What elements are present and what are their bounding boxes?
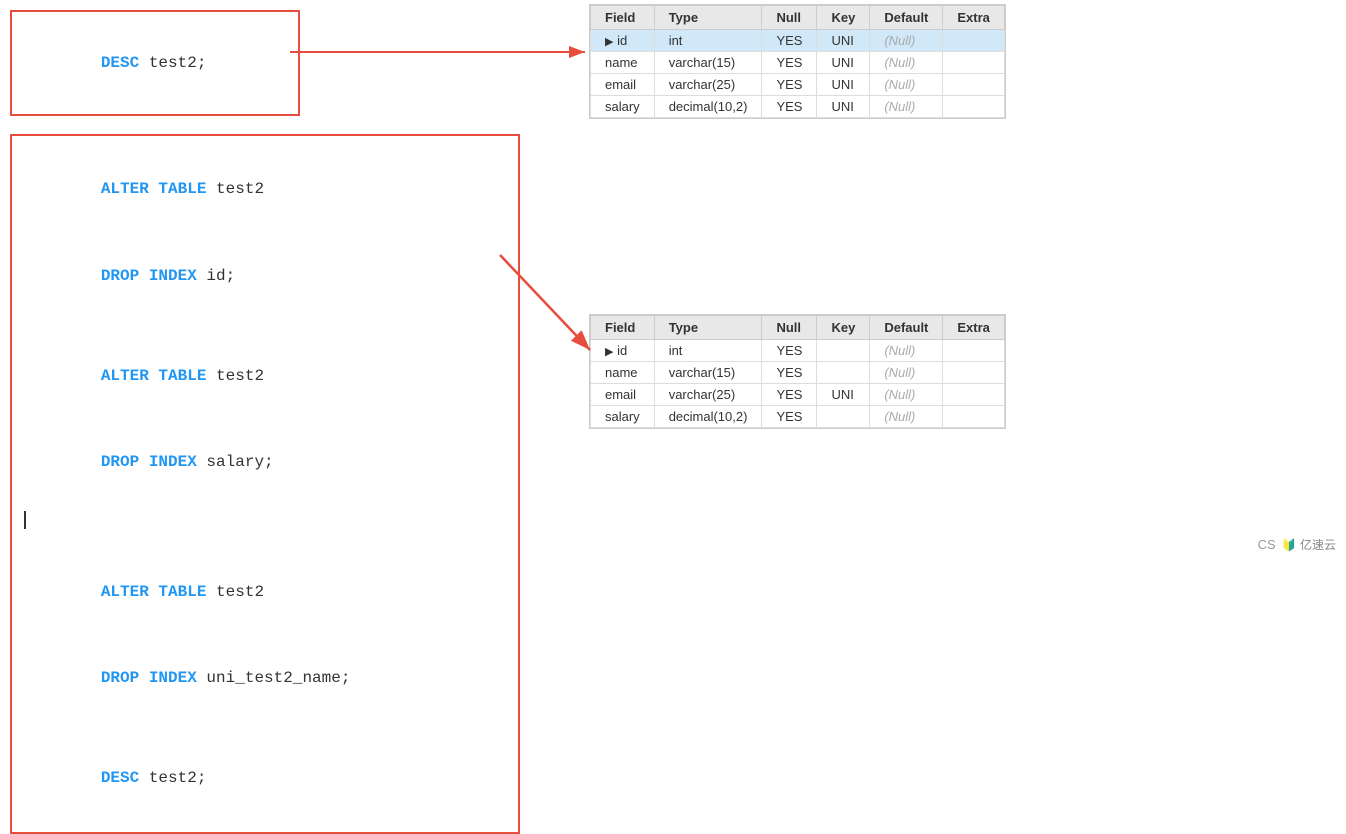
watermark-logo: 🔰 亿速云 bbox=[1282, 536, 1336, 553]
cell-type: varchar(25) bbox=[654, 384, 762, 406]
drop-kw-3: DROP INDEX bbox=[101, 669, 197, 687]
table-row: salarydecimal(10,2)YESUNI(Null) bbox=[591, 96, 1005, 118]
table1-header-default: Default bbox=[870, 6, 943, 30]
alter-kw-2: ALTER TABLE bbox=[101, 367, 207, 385]
cell-key bbox=[817, 362, 870, 384]
table-row: namevarchar(15)YES(Null) bbox=[591, 362, 1005, 384]
table-row: salarydecimal(10,2)YES (Null) bbox=[591, 406, 1005, 428]
cell-extra bbox=[943, 362, 1005, 384]
cell-type: int bbox=[654, 30, 762, 52]
table2-header-null: Null bbox=[762, 316, 817, 340]
cell-null: YES bbox=[762, 362, 817, 384]
alter-kw-3: ALTER TABLE bbox=[101, 583, 207, 601]
cell-extra bbox=[943, 384, 1005, 406]
cell-type: varchar(15) bbox=[654, 52, 762, 74]
cell-extra bbox=[943, 52, 1005, 74]
cell-type: decimal(10,2) bbox=[654, 406, 762, 428]
table-row: emailvarchar(25)YESUNI(Null) bbox=[591, 74, 1005, 96]
desc-rest: test2; bbox=[139, 54, 206, 72]
cell-default: (Null) bbox=[870, 362, 943, 384]
table1-header-extra: Extra bbox=[943, 6, 1005, 30]
table1-header-null: Null bbox=[762, 6, 817, 30]
cell-null: YES bbox=[762, 340, 817, 362]
cell-default: (Null) bbox=[870, 74, 943, 96]
alter-box: ALTER TABLE test2 DROP INDEX id; ALTER T… bbox=[10, 134, 520, 834]
cell-extra bbox=[943, 340, 1005, 362]
cell-key bbox=[817, 406, 870, 428]
alter-kw-1: ALTER TABLE bbox=[101, 180, 207, 198]
cell-extra bbox=[943, 30, 1005, 52]
table2-header-extra: Extra bbox=[943, 316, 1005, 340]
cell-key bbox=[817, 340, 870, 362]
table1-header-type: Type bbox=[654, 6, 762, 30]
desc-keyword: DESC bbox=[101, 54, 139, 72]
table-row: namevarchar(15)YESUNI(Null) bbox=[591, 52, 1005, 74]
cell-type: varchar(15) bbox=[654, 362, 762, 384]
cell-null: YES bbox=[762, 96, 817, 118]
cell-null: YES bbox=[762, 52, 817, 74]
cell-null: YES bbox=[762, 74, 817, 96]
cell-extra bbox=[943, 74, 1005, 96]
watermark: CS 🔰 亿速云 bbox=[1258, 536, 1336, 553]
table-row: ▶ idintYESUNI(Null) bbox=[591, 30, 1005, 52]
cell-type: int bbox=[654, 340, 762, 362]
table2: Field Type Null Key Default Extra ▶ idin… bbox=[590, 315, 1005, 428]
row-arrow: name bbox=[591, 52, 655, 74]
cell-key: UNI bbox=[817, 52, 870, 74]
cell-default: (Null) bbox=[870, 96, 943, 118]
row-arrow: salary bbox=[591, 406, 655, 428]
cell-default: (Null) bbox=[870, 340, 943, 362]
row-arrow: salary bbox=[591, 96, 655, 118]
table2-header-type: Type bbox=[654, 316, 762, 340]
desc-box: DESC test2; bbox=[10, 10, 300, 116]
drop-kw-2: DROP INDEX bbox=[101, 453, 197, 471]
row-arrow: ▶ id bbox=[591, 30, 655, 52]
desc-kw-2: DESC bbox=[101, 769, 139, 787]
cell-key: UNI bbox=[817, 384, 870, 406]
arrow1 bbox=[285, 42, 595, 62]
table1-header-key: Key bbox=[817, 6, 870, 30]
cell-type: varchar(25) bbox=[654, 74, 762, 96]
cell-default: (Null) bbox=[870, 30, 943, 52]
cell-extra bbox=[943, 406, 1005, 428]
cell-null: YES bbox=[762, 30, 817, 52]
cell-key: UNI bbox=[817, 96, 870, 118]
table-row: emailvarchar(25)YESUNI(Null) bbox=[591, 384, 1005, 406]
table2-header-key: Key bbox=[817, 316, 870, 340]
cell-null: YES bbox=[762, 384, 817, 406]
arrow2 bbox=[490, 250, 650, 370]
cell-null: YES bbox=[762, 406, 817, 428]
cell-type: decimal(10,2) bbox=[654, 96, 762, 118]
cell-key: UNI bbox=[817, 74, 870, 96]
cell-key: UNI bbox=[817, 30, 870, 52]
row-arrow: email bbox=[591, 384, 655, 406]
table1-wrapper: Field Type Null Key Default Extra ▶ idin… bbox=[590, 5, 1005, 118]
table1-header-field: Field bbox=[591, 6, 655, 30]
cell-default: (Null) bbox=[870, 406, 943, 428]
table2-header-default: Default bbox=[870, 316, 943, 340]
table1: Field Type Null Key Default Extra ▶ idin… bbox=[590, 5, 1005, 118]
cell-extra bbox=[943, 96, 1005, 118]
cell-default: (Null) bbox=[870, 52, 943, 74]
cell-default: (Null) bbox=[870, 384, 943, 406]
table2-wrapper: Field Type Null Key Default Extra ▶ idin… bbox=[590, 315, 1005, 428]
drop-kw-1: DROP INDEX bbox=[101, 267, 197, 285]
watermark-cs: CS bbox=[1258, 537, 1276, 552]
table-row: ▶ idintYES(Null) bbox=[591, 340, 1005, 362]
code-panel: DESC test2; ALTER TABLE test2 DROP INDEX… bbox=[10, 10, 530, 551]
row-arrow: email bbox=[591, 74, 655, 96]
